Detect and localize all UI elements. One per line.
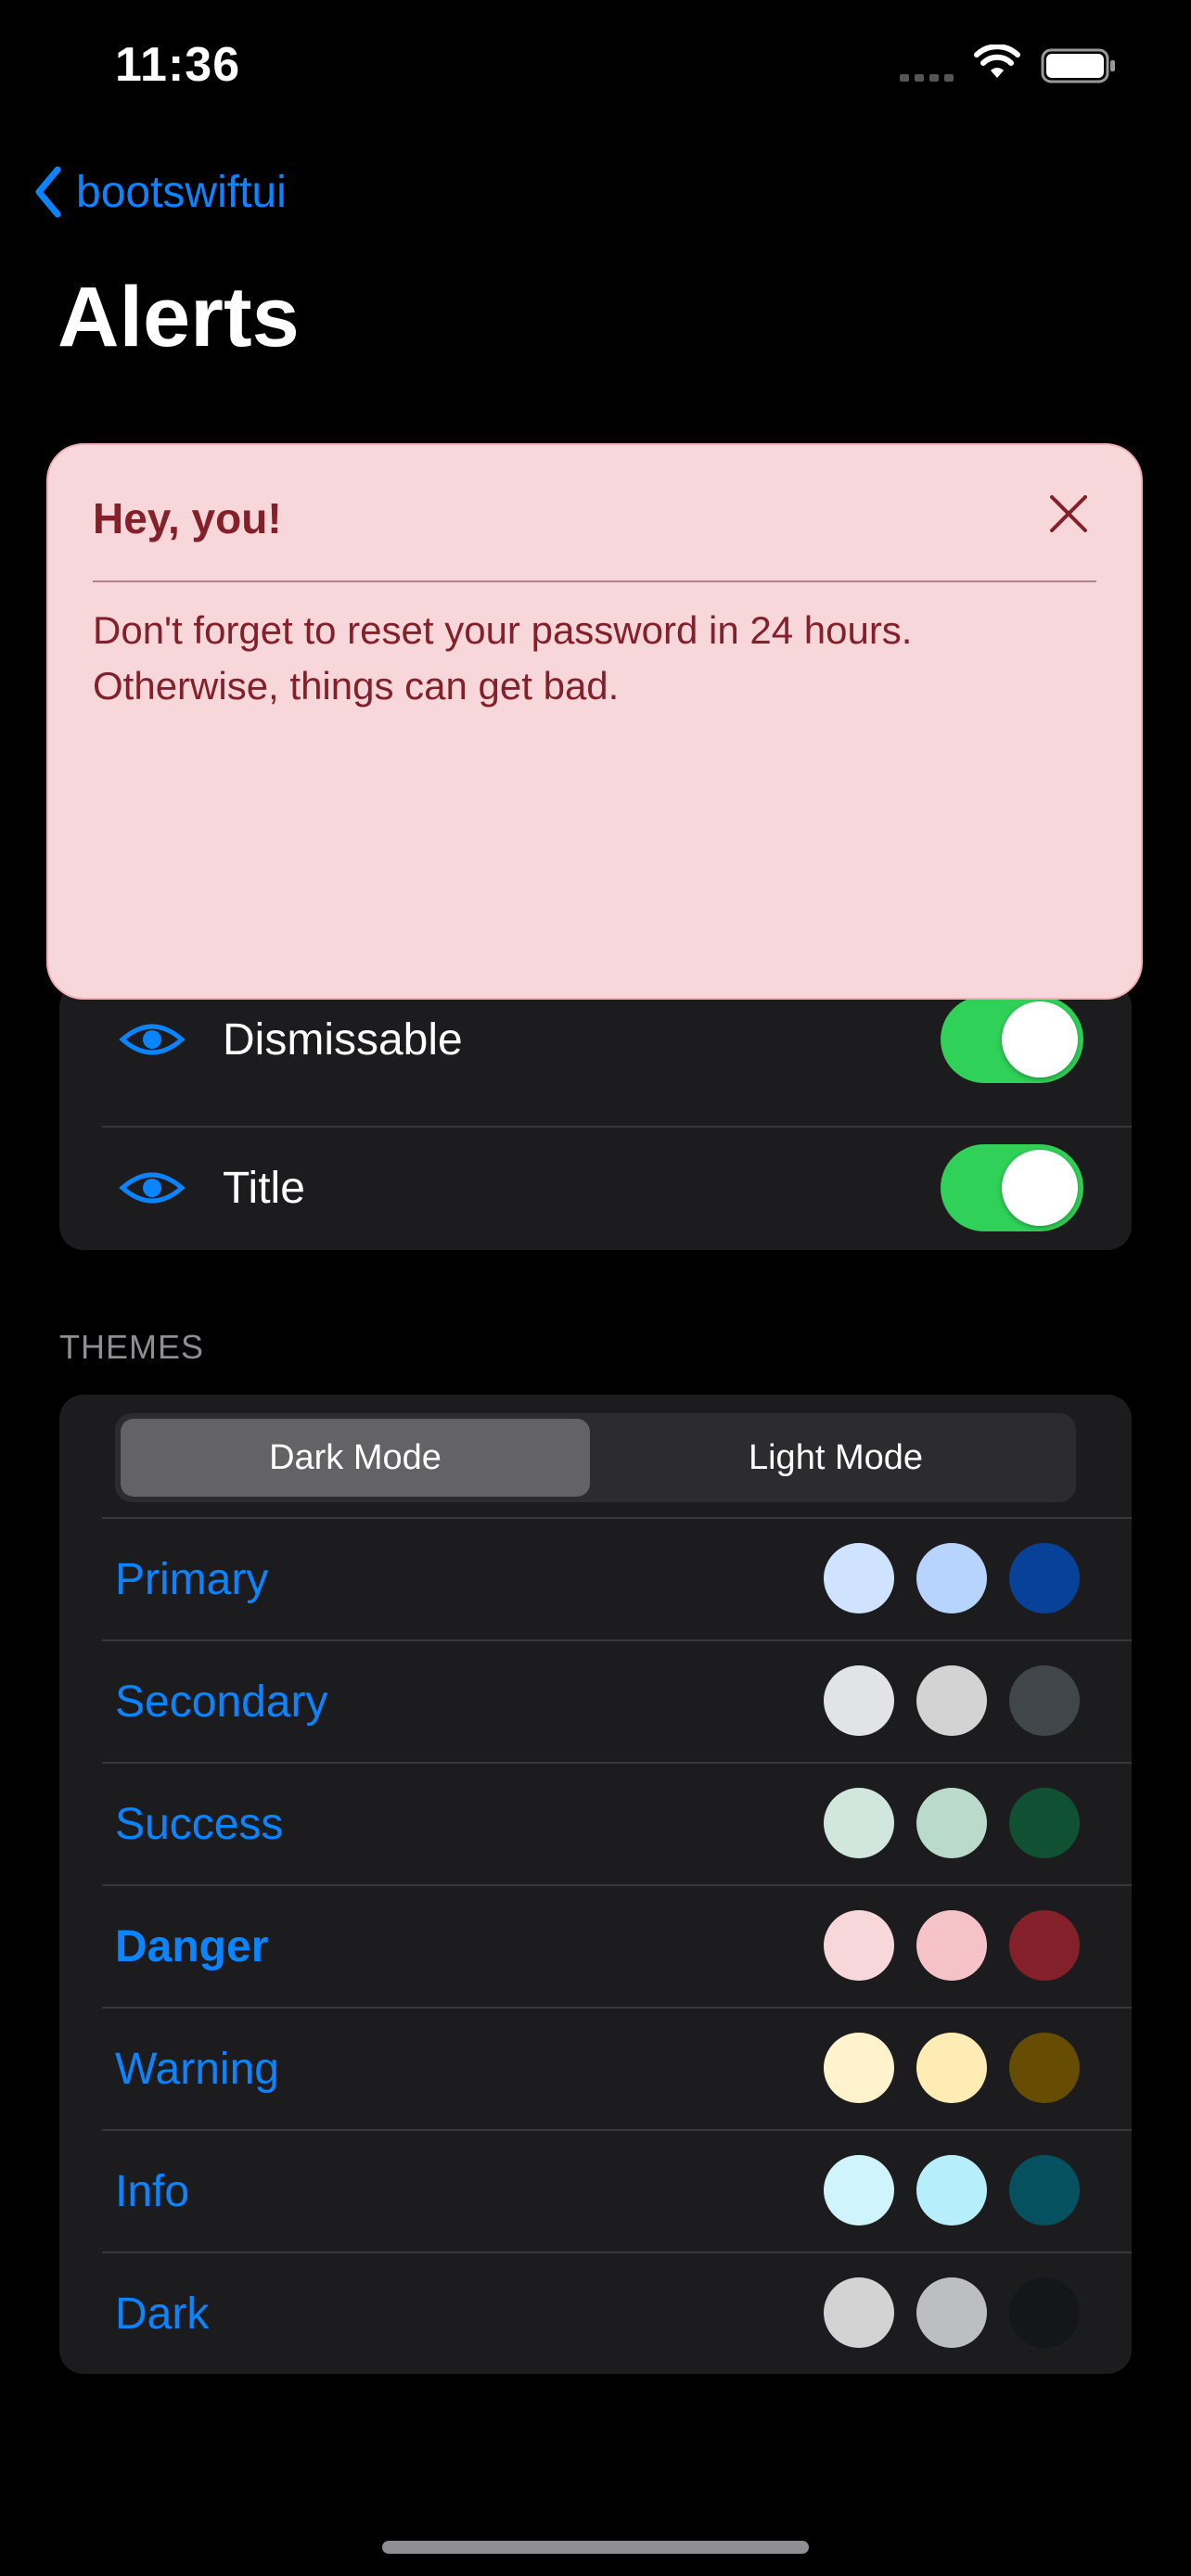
setting-row-dismissable: Dismissable (59, 983, 1132, 1100)
color-swatch (1009, 1788, 1080, 1858)
close-icon[interactable] (1048, 493, 1089, 534)
color-swatch (1009, 2277, 1080, 2348)
theme-label: Secondary (115, 1677, 328, 1727)
chevron-left-icon (35, 166, 61, 218)
alert-message: Don't forget to reset your password in 2… (93, 608, 913, 708)
themes-section-header: THEMES (59, 1328, 205, 1366)
color-swatch (1009, 1543, 1080, 1613)
color-swatch (916, 2033, 987, 2103)
theme-label: Primary (115, 1555, 269, 1604)
theme-label: Warning (115, 2045, 279, 2094)
theme-label: Dark (115, 2289, 210, 2339)
theme-row-dark[interactable]: Dark (59, 2251, 1132, 2374)
page-title: Alerts (58, 270, 300, 364)
segment-light-mode[interactable]: Light Mode (601, 1419, 1070, 1497)
back-label: bootswiftui (76, 167, 287, 217)
setting-row-title: Title (59, 1128, 1132, 1248)
color-swatch (916, 1543, 987, 1613)
theme-row-info[interactable]: Info (59, 2129, 1132, 2251)
segment-dark-mode[interactable]: Dark Mode (121, 1419, 590, 1497)
color-swatch (916, 1910, 987, 1981)
themes-card: Dark Mode Light Mode Primary Secondary Suc… (59, 1395, 1132, 2374)
setting-label-title: Title (223, 1163, 305, 1213)
back-button[interactable]: bootswiftui (33, 159, 287, 224)
wifi-icon (974, 45, 1020, 78)
color-swatch (1009, 1910, 1080, 1981)
setting-label-dismissable: Dismissable (223, 1014, 463, 1065)
theme-label: Info (115, 2167, 190, 2216)
theme-row-primary[interactable]: Primary (59, 1517, 1132, 1639)
color-swatch (916, 2155, 987, 2225)
color-swatch (916, 1788, 987, 1858)
color-swatch (824, 1788, 894, 1858)
mode-segmented-control: Dark Mode Light Mode (115, 1413, 1076, 1502)
dismissable-toggle[interactable] (941, 996, 1083, 1083)
color-swatch (824, 2033, 894, 2103)
eye-icon (119, 1172, 186, 1204)
battery-full-icon (1041, 48, 1115, 83)
alert-title: Hey, you! (93, 494, 282, 542)
status-time: 11:36 (115, 38, 241, 92)
row-divider (102, 2251, 1132, 2253)
alert-divider (93, 580, 1096, 582)
color-swatch (824, 1543, 894, 1613)
color-swatch (824, 2277, 894, 2348)
settings-card: Dismissable Title (59, 983, 1132, 1250)
color-swatch (824, 1665, 894, 1736)
color-swatch (1009, 2033, 1080, 2103)
color-swatch (824, 2155, 894, 2225)
row-divider (102, 1639, 1132, 1641)
row-divider (102, 1884, 1132, 1886)
color-swatch (916, 1665, 987, 1736)
row-divider (102, 2129, 1132, 2131)
row-divider (102, 1762, 1132, 1764)
row-divider (102, 1517, 1132, 1519)
color-swatch (1009, 2155, 1080, 2225)
theme-row-danger[interactable]: Danger (59, 1884, 1132, 2007)
color-swatch (916, 2277, 987, 2348)
alert-banner: Hey, you! Don't forget to reset your pas… (46, 443, 1143, 1000)
cellular-signal-icon (900, 74, 954, 82)
toggle-knob (1002, 1150, 1078, 1226)
color-swatch (1009, 1665, 1080, 1736)
title-toggle[interactable] (941, 1144, 1083, 1231)
home-indicator (382, 2541, 809, 2554)
toggle-knob (1002, 1001, 1078, 1078)
row-divider (102, 2007, 1132, 2009)
theme-row-success[interactable]: Success (59, 1762, 1132, 1884)
theme-row-warning[interactable]: Warning (59, 2007, 1132, 2129)
theme-row-secondary[interactable]: Secondary (59, 1639, 1132, 1762)
eye-icon (119, 1024, 186, 1055)
theme-label: Success (115, 1800, 284, 1849)
theme-label: Danger (115, 1922, 269, 1971)
color-swatch (824, 1910, 894, 1981)
status-bar: 11:36 (0, 0, 1191, 130)
